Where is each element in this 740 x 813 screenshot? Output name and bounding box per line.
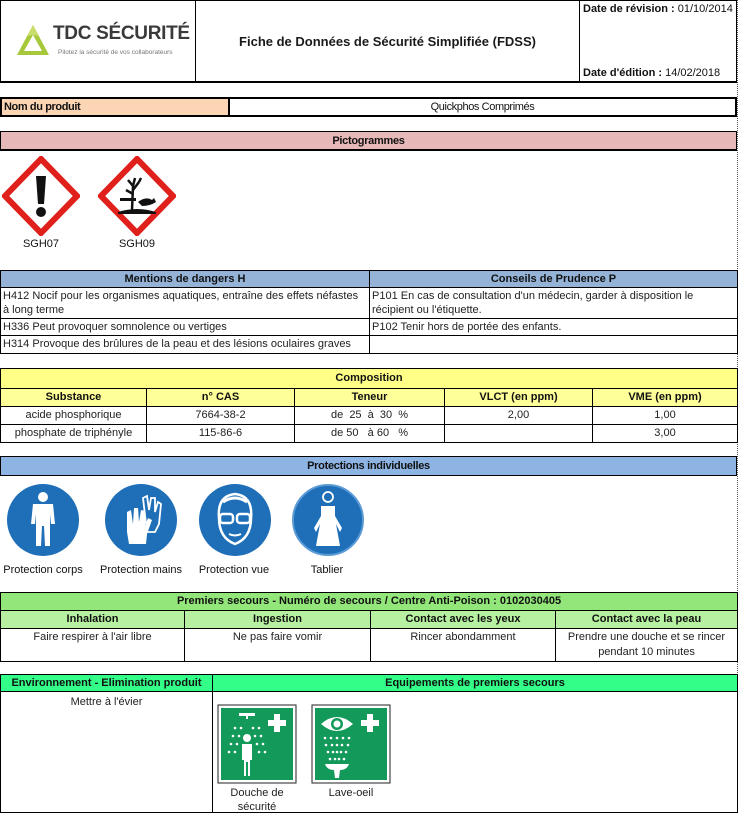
precaution-statement (369, 335, 738, 354)
edition-value: 14/02/2018 (665, 67, 721, 79)
product-row: Nom du produit Quickphos Comprimés (0, 97, 737, 117)
inhalation-instruction: Faire respirer à l'air libre (0, 628, 185, 662)
safety-shower-icon (217, 704, 297, 784)
column-header: Contact avec les yeux (370, 610, 556, 629)
column-header: Contact avec la peau (554, 610, 739, 629)
pictogram-sgh07: SGH07 (2, 156, 80, 250)
pictograms-header: Pictogrammes (0, 131, 737, 151)
ppe-hands: Protection mains (96, 480, 186, 576)
substance-name: acide phosphorique (0, 406, 147, 425)
pictogram-sgh09: SGH09 (98, 156, 176, 250)
revision-label: Date de révision : (583, 3, 675, 15)
equipment-header: Equipements de premiers secours (212, 674, 738, 692)
column-header: Inhalation (0, 610, 185, 629)
document-title: Fiche de Données de Sécurité Simplifiée … (196, 1, 580, 81)
hazard-statements-header: Mentions de dangers H (0, 270, 370, 288)
document-header: TDC SÉCURITÉ Pilotez la sécurité de vos … (0, 0, 737, 83)
ppe-label: Protection mains (100, 564, 182, 576)
vme-value: 1,00 (591, 406, 739, 425)
substance-name: phosphate de triphényle (0, 424, 147, 443)
content-range: de 25 à 30 % (294, 406, 445, 425)
equipment-label: Douche de sécurité (230, 787, 284, 813)
column-header: Teneur (294, 388, 445, 407)
cas-number: 115-86-6 (146, 424, 295, 443)
goggles-icon (197, 482, 273, 558)
ppe-apron: Tablier (288, 480, 366, 576)
logo: TDC SÉCURITÉ Pilotez la sécurité de vos … (1, 1, 196, 81)
hazard-statement: H336 Peut provoquer somnolence ou vertig… (0, 318, 370, 336)
pictogram-code: SGH07 (22, 238, 60, 250)
product-name: Quickphos Comprimés (430, 101, 535, 113)
environment-header: Environnement - Elimination produit (0, 674, 213, 692)
product-label: Nom du produit (2, 99, 230, 115)
equipment-shower: Douche de sécurité (217, 704, 297, 813)
gloves-icon (103, 482, 179, 558)
table-row: phosphate de triphényle 115-86-6 de 50 à… (0, 424, 739, 443)
equipment-label: Lave-oeil (328, 787, 374, 799)
composition-header: Composition (0, 368, 739, 389)
pictogram-code: SGH09 (118, 238, 156, 250)
apron-icon (290, 482, 366, 558)
column-header: Substance (0, 388, 147, 407)
revision-date: Date de révision : 01/10/2014 (583, 3, 733, 15)
table-row: acide phosphorique 7664-38-2 de 25 à 30 … (0, 406, 739, 425)
disposal-instruction: Mettre à l'évier (70, 696, 143, 708)
ppe-label: Protection vue (198, 564, 270, 576)
first-aid-header: Premiers secours - Numéro de secours / C… (0, 592, 739, 611)
vlct-value (444, 424, 593, 443)
logo-triangle-icon (17, 25, 49, 55)
equipment-eyewash: Lave-oeil (311, 704, 391, 800)
equipment-cell: Douche de sécurité Lave-oeil (212, 691, 738, 813)
exclamation-mark-icon (2, 156, 80, 236)
logo-name: TDC SÉCURITÉ (53, 23, 190, 44)
logo-tagline: Pilotez la sécurité de vos collaborateur… (58, 49, 173, 56)
column-header: VME (en ppm) (591, 388, 739, 407)
ppe-body: Protection corps (2, 480, 84, 576)
dates: Date de révision : 01/10/2014 Date d'édi… (580, 1, 736, 81)
precaution-statements-header: Conseils de Prudence P (369, 270, 738, 288)
environment-cell: Mettre à l'évier (0, 691, 213, 813)
ppe-label: Protection corps (3, 564, 83, 576)
table-row: H314 Provoque des brûlures de la peau et… (0, 335, 738, 354)
coverall-icon (5, 482, 81, 558)
environment-hazard-icon (98, 156, 176, 236)
precaution-statement: P101 En cas de consultation d'un médecin… (369, 287, 738, 319)
column-header: Ingestion (184, 610, 371, 629)
environment-equipment-table: Environnement - Elimination produit Equi… (0, 674, 738, 813)
hazard-table: Mentions de dangers H Conseils de Pruden… (0, 270, 738, 354)
hazard-statement: H412 Nocif pour les organismes aquatique… (0, 287, 370, 319)
eyewash-icon (311, 704, 391, 784)
revision-value: 01/10/2014 (677, 3, 733, 15)
edition-label: Date d'édition : (583, 67, 663, 79)
column-header: n° CAS (146, 388, 295, 407)
table-row: H412 Nocif pour les organismes aquatique… (0, 287, 738, 319)
column-header: VLCT (en ppm) (444, 388, 593, 407)
edition-date: Date d'édition : 14/02/2018 (583, 67, 720, 79)
composition-table: Composition Substance n° CAS Teneur VLCT… (0, 368, 739, 443)
ppe-label: Tablier (310, 564, 344, 576)
table-row: H336 Peut provoquer somnolence ou vertig… (0, 318, 738, 336)
ingestion-instruction: Ne pas faire vomir (184, 628, 371, 662)
hazard-statement: H314 Provoque des brûlures de la peau et… (0, 335, 370, 354)
vlct-value: 2,00 (444, 406, 593, 425)
table-row: Faire respirer à l'air libre Ne pas fair… (0, 628, 739, 662)
content-range: de 50 à 60 % (294, 424, 445, 443)
skin-contact-instruction: Prendre une douche et se rincer pendant … (554, 628, 739, 662)
vme-value: 3,00 (591, 424, 739, 443)
first-aid-table: Premiers secours - Numéro de secours / C… (0, 592, 739, 662)
ppe-eyes: Protection vue (195, 480, 273, 576)
eye-contact-instruction: Rincer abondamment (370, 628, 556, 662)
cas-number: 7664-38-2 (146, 406, 295, 425)
protections-header: Protections individuelles (0, 456, 737, 476)
precaution-statement: P102 Tenir hors de portée des enfants. (369, 318, 738, 336)
